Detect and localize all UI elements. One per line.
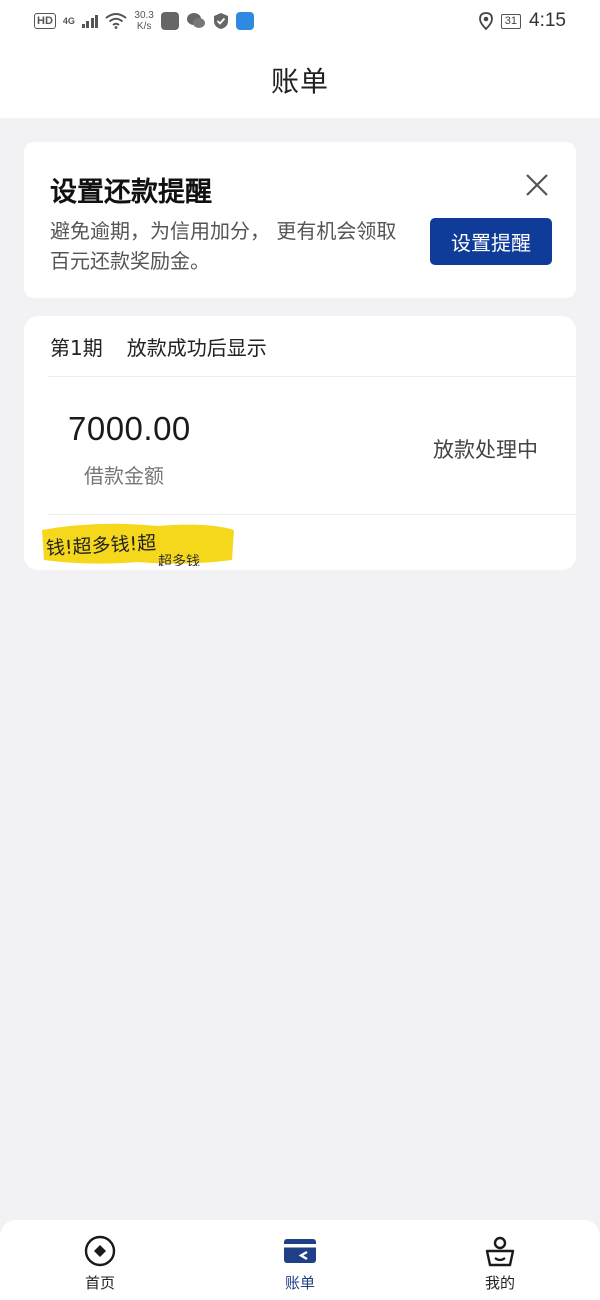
signal-icon <box>81 14 99 28</box>
bill-period-row: 第1期 放款成功后显示 <box>50 332 267 361</box>
tab-profile[interactable]: 我的 <box>400 1220 600 1300</box>
tab-bills-label: 账单 <box>284 1274 315 1292</box>
loan-status: 放款处理中 <box>433 438 538 462</box>
sticker-text-line-2: 超多钱 <box>158 553 200 566</box>
location-icon <box>478 12 493 30</box>
profile-icon <box>485 1236 515 1267</box>
status-time: 4:15 <box>529 10 566 31</box>
tab-bills[interactable]: 账单 <box>200 1220 400 1300</box>
bill-period-note: 放款成功后显示 <box>126 336 267 360</box>
reminder-description: 避免逾期，为信用加分， 更有机会领取百元还款奖励金。 <box>50 219 397 273</box>
status-bar-left: HD 4G 30.3 K/s <box>34 10 254 32</box>
app-notification-icon <box>235 12 254 30</box>
home-icon <box>84 1235 116 1267</box>
tab-home[interactable]: 首页 <box>0 1220 200 1300</box>
bill-period: 第1期 <box>50 336 103 360</box>
bill-card-icon <box>284 1239 316 1263</box>
tab-profile-label: 我的 <box>484 1274 515 1292</box>
loan-amount-label: 借款金额 <box>84 464 164 488</box>
network-type: 4G <box>62 15 75 26</box>
hd-badge: HD <box>34 13 56 29</box>
money-sticker-image: 钱!超多钱!超 超多钱 <box>42 523 234 566</box>
weibo-notification-icon <box>160 12 179 30</box>
page-title: 账单 <box>270 65 329 98</box>
page-header: 账单 <box>0 42 600 118</box>
bottom-tab-bar: 首页 账单 我的 <box>0 1220 600 1300</box>
status-bar-right: 31 4:15 <box>478 10 566 32</box>
status-bar: HD 4G 30.3 K/s 31 4:15 <box>0 0 600 42</box>
reminder-title: 设置还款提醒 <box>50 177 212 208</box>
bill-card[interactable]: 第1期 放款成功后显示 7000.00 借款金额 放款处理中 钱!超多钱!超 超… <box>24 316 576 570</box>
repayment-reminder-card: 设置还款提醒 避免逾期，为信用加分， 更有机会领取百元还款奖励金。 设置提醒 <box>24 142 576 298</box>
set-reminder-button[interactable]: 设置提醒 <box>430 218 552 265</box>
speed-value: 30.3 <box>134 10 154 21</box>
loan-amount: 7000.00 <box>68 410 191 447</box>
wifi-icon <box>105 13 128 29</box>
divider <box>48 514 576 515</box>
battery-indicator: 31 <box>500 13 522 29</box>
network-speed: 30.3 K/s <box>134 10 153 32</box>
close-icon[interactable] <box>522 170 552 200</box>
shield-notification-icon <box>213 13 228 29</box>
tab-home-label: 首页 <box>84 1274 115 1292</box>
wechat-notification-icon <box>186 13 205 28</box>
divider <box>48 376 576 377</box>
speed-unit: K/s <box>136 21 152 32</box>
